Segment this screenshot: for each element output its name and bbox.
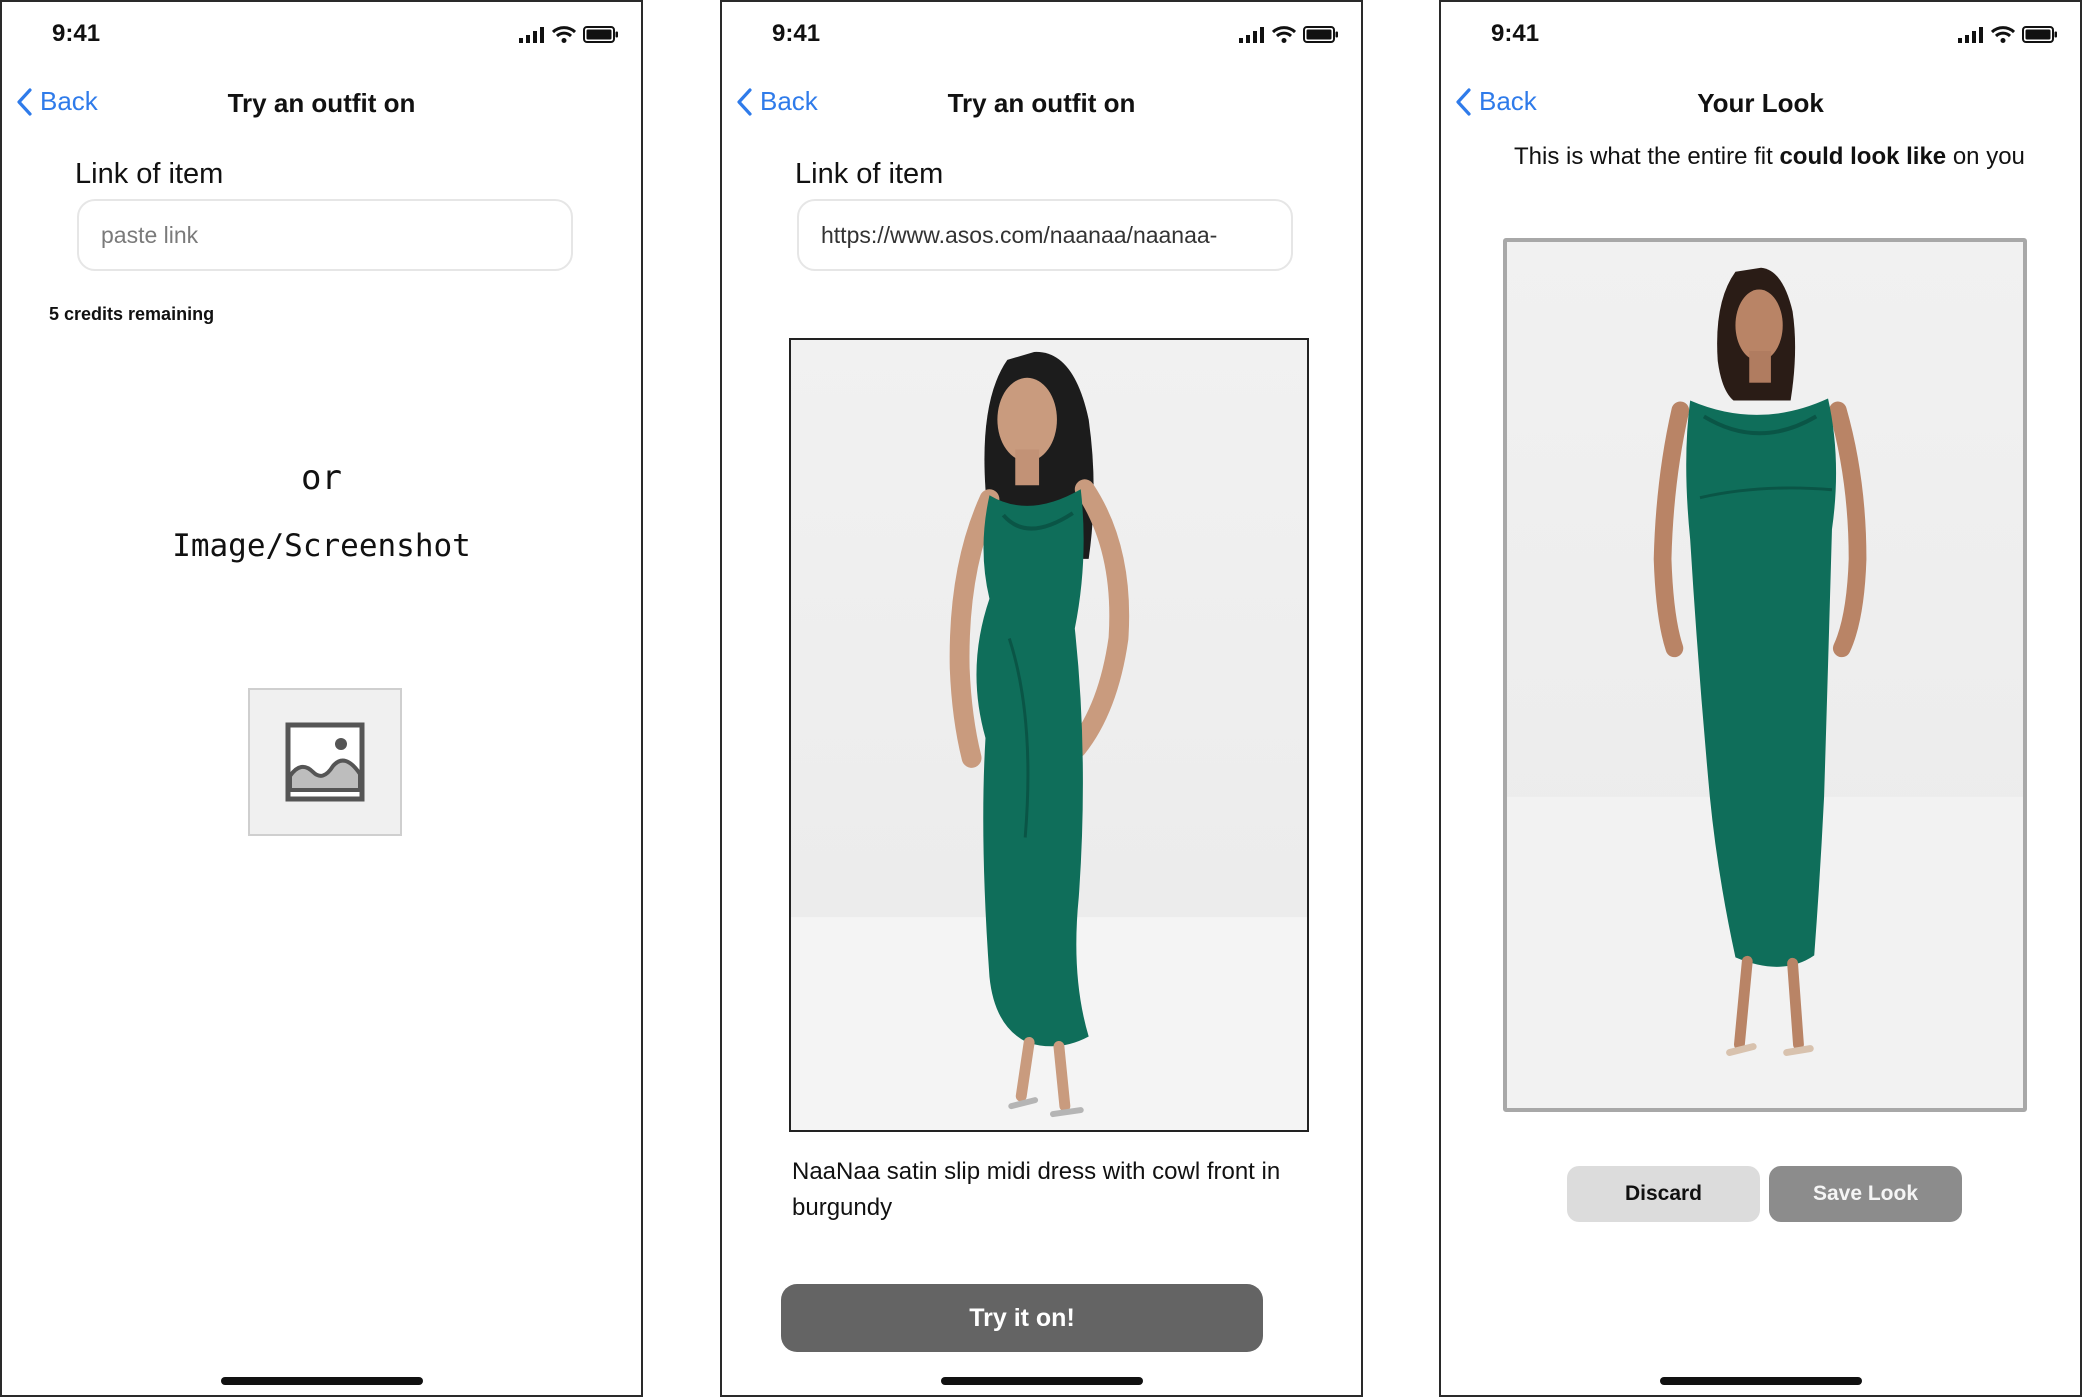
page-title: Try an outfit on — [227, 88, 416, 118]
link-input[interactable] — [77, 199, 573, 271]
status-icons — [1958, 26, 2058, 43]
wifi-icon — [1991, 26, 2015, 43]
battery-icon — [583, 26, 618, 43]
status-icons — [519, 26, 619, 43]
battery-icon — [2022, 26, 2057, 43]
image-picker-button[interactable] — [248, 688, 402, 836]
product-title: NaaNaa satin slip midi dress with cowl f… — [792, 1158, 1281, 1221]
home-indicator — [940, 1377, 1143, 1385]
save-look-button[interactable]: Save Look — [1769, 1166, 1962, 1222]
home-indicator — [1659, 1377, 1862, 1385]
product-image — [789, 338, 1309, 1132]
generated-look-image — [1503, 238, 2027, 1112]
status-icons — [1239, 26, 1339, 43]
screen-try-outfit-empty: 9:41 Back Try an outfit on Link of item … — [0, 0, 643, 1397]
link-label: Link of item — [75, 158, 224, 190]
try-it-on-button[interactable]: Try it on! — [781, 1284, 1263, 1352]
link-label: Link of item — [795, 158, 944, 190]
screen-your-look: 9:41 Back Your Look This is what the ent… — [1439, 0, 2082, 1397]
status-time: 9:41 — [52, 20, 101, 47]
model-figure — [791, 351, 1307, 1130]
desc-text-post: on you — [1946, 143, 2025, 170]
status-time: 9:41 — [772, 20, 821, 47]
upload-label: Image/Screenshot — [172, 528, 471, 564]
desc-text-pre: This is what the entire fit — [1514, 143, 1780, 170]
screen-try-outfit-filled: 9:41 Back Try an outfit on Link of item — [720, 0, 1363, 1397]
or-divider: or — [301, 458, 342, 498]
cellular-signal-icon — [1958, 26, 1983, 43]
model-figure — [1507, 267, 2023, 1108]
cellular-signal-icon — [1239, 26, 1264, 43]
wifi-icon — [552, 26, 576, 43]
page-title: Try an outfit on — [947, 88, 1136, 118]
status-time: 9:41 — [1491, 20, 1540, 47]
look-description: This is what the entire fit could look l… — [1514, 138, 2034, 175]
page-title: Your Look — [1697, 88, 1824, 118]
discard-button[interactable]: Discard — [1567, 1166, 1760, 1222]
image-icon — [285, 722, 365, 802]
cellular-signal-icon — [519, 26, 544, 43]
wifi-icon — [1272, 26, 1296, 43]
credits-remaining: 5 credits remaining — [49, 304, 215, 324]
battery-icon — [1303, 26, 1338, 43]
link-input[interactable] — [797, 199, 1293, 271]
home-indicator — [220, 1377, 423, 1385]
desc-text-bold: could look like — [1779, 143, 1947, 170]
